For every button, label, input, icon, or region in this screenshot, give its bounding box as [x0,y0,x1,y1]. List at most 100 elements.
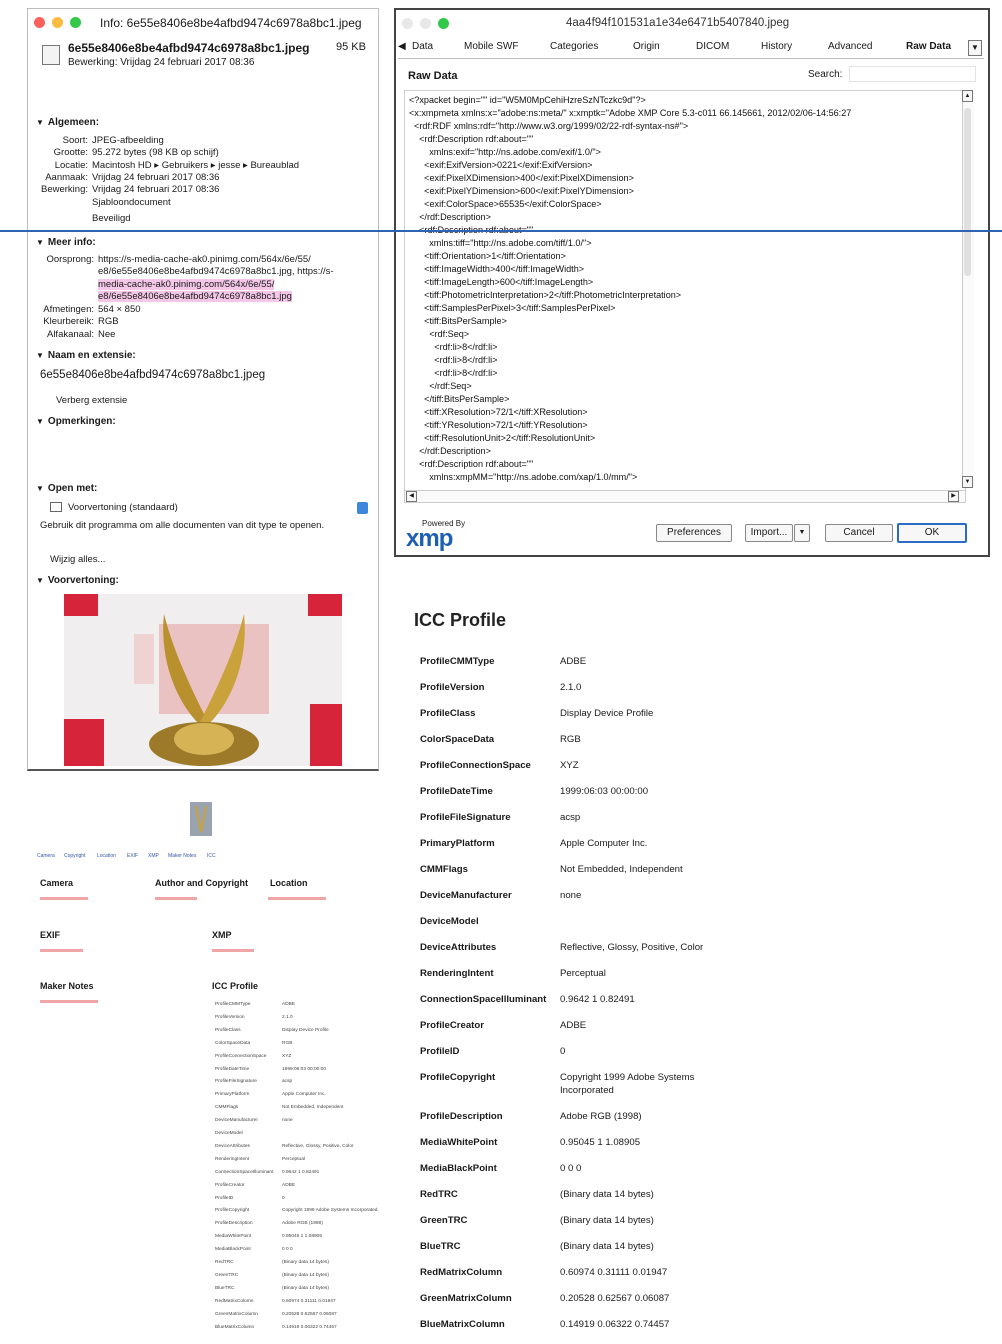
mini-nav-link[interactable]: Location [97,853,116,859]
change-all-button[interactable]: Wijzig alles... [50,554,105,565]
mini-icc-key: GreenTRC [215,1272,239,1278]
minimize-button[interactable] [52,17,63,28]
tab-advanced[interactable]: Advanced [828,41,872,52]
cancel-button[interactable]: Cancel [825,524,893,542]
row-value: Vrijdag 24 februari 2017 08:36 [92,171,220,183]
tab-origin[interactable]: Origin [633,41,660,52]
close-button[interactable] [34,17,45,28]
icc-value: 0.20528 0.62567 0.06087 [560,1293,670,1304]
general-section-toggle[interactable]: ▼ Algemeen: [36,117,99,128]
hide-extension-label: Verberg extensie [56,395,128,406]
preview-section-toggle[interactable]: ▼ Voorvertoning: [36,575,119,586]
mini-nav-link[interactable]: Copyright [64,853,85,859]
import-button[interactable]: Import... [745,524,793,542]
tab-menu-dropdown-icon[interactable]: ▼ [968,40,982,56]
search-input[interactable] [849,66,976,82]
mini-icc-value: Copyright 1999 Adobe Systems Incorporate… [282,1208,378,1214]
name-field[interactable]: 6e55e8406e8be4afbd9474c6978a8bc1.jpeg [40,369,265,381]
hide-extension-checkbox[interactable]: Verberg extensie [56,395,127,406]
preview-artwork [64,594,342,766]
tab-categories[interactable]: Categories [550,41,598,52]
icc-key: PrimaryPlatform [420,838,495,849]
row-key: Locatie: [54,159,88,171]
icc-key: DeviceAttributes [420,942,497,953]
disclosure-triangle-icon: ▼ [36,238,44,247]
template-checkbox[interactable]: Sjabloondocument [92,197,171,209]
mini-icc-key: GreenMatrixColumn [215,1311,258,1317]
tab-raw-data[interactable]: Raw Data [906,41,951,52]
tab-data[interactable]: Data [412,41,433,52]
comments-section-toggle[interactable]: ▼ Opmerkingen: [36,416,116,427]
open-with-section-toggle[interactable]: ▼ Open met: [36,483,97,494]
zoom-button[interactable] [438,18,449,29]
mini-icc-key: ProfileCMMType [215,1002,251,1007]
preferences-button[interactable]: Preferences [656,524,732,542]
import-dropdown-icon[interactable]: ▼ [794,524,810,542]
row-value: Nee [98,328,116,340]
icc-key: ConnectionSpaceIlluminant [420,994,547,1005]
raw-xml-textarea[interactable]: <?xpacket begin="" id="W5M0MpCehiHzreSzN… [404,90,966,492]
more-info-section-toggle[interactable]: ▼ Meer info: [36,237,96,248]
preview-app-icon [50,502,62,513]
tab-mobile-swf[interactable]: Mobile SWF [464,41,518,52]
scroll-right-arrow-icon[interactable]: ▶ [948,491,959,502]
more-info-rows: Afmetingen: 564 × 850 Kleurbereik: RGB Alf… [28,304,140,341]
mini-nav-link[interactable]: Camera [37,853,55,859]
xml-line: <x:xmpmeta xmlns:x="adobe:ns:meta/" x:xm… [409,108,852,118]
mini-nav-link[interactable]: XMP [148,853,159,859]
icc-key: ProfileCopyright [420,1072,496,1083]
scroll-down-arrow-icon[interactable]: ▼ [962,476,973,488]
mini-location-link[interactable] [268,897,326,900]
icc-key: RedTRC [420,1189,458,1200]
icc-key: BlueMatrixColumn [420,1319,505,1330]
vertical-scroll-thumb[interactable] [964,108,971,276]
mini-icc-key: ColorSpaceData [215,1040,251,1046]
mini-nav-link[interactable]: EXIF [127,853,138,859]
mini-nav-link[interactable]: Maker Notes [168,853,196,859]
scroll-left-arrow-icon[interactable]: ◀ [406,491,417,502]
tab-dicom[interactable]: DICOM [696,41,729,52]
mini-icc-key: ProfileCreator [215,1182,245,1188]
icc-key: MediaBlackPoint [420,1163,497,1174]
mini-exif-link[interactable] [40,949,83,952]
mini-maker-notes-link[interactable] [40,1000,98,1003]
icc-value: Not Embedded, Independent [560,864,683,875]
mini-icc-key: ProfileCopyright [215,1208,250,1214]
open-with-select[interactable]: Voorvertoning (standaard) [50,502,368,514]
icc-key: ProfileDescription [420,1111,503,1122]
general-row: Aanmaak: Vrijdag 24 februari 2017 08:36 [28,172,299,184]
icc-value: Display Device Profile [560,708,654,719]
zoom-button[interactable] [70,17,81,28]
minimize-button[interactable] [420,18,431,29]
locked-checkbox[interactable]: Beveiligd [92,213,131,225]
scroll-up-arrow-icon[interactable]: ▲ [962,90,973,102]
xml-line: </rdf:Description> [409,446,491,456]
tab-scroll-left-icon[interactable]: ◀ [398,41,406,52]
row-key: Alfakanaal: [46,328,94,340]
ok-button[interactable]: OK [897,523,967,543]
tab-bar: ◀ Data Mobile SWF Categories Origin DICO… [398,38,984,59]
mini-camera-link[interactable] [40,897,88,900]
close-button[interactable] [402,18,413,29]
comments-field[interactable] [40,431,360,479]
horizontal-scrollbar[interactable] [404,490,966,503]
mini-icc-key: RedTRC [215,1260,234,1265]
open-with-label: Open met: [47,483,98,494]
mini-nav-link[interactable]: ICC [207,853,216,859]
row-key: Kleurbereik: [43,316,94,328]
icc-key: RenderingIntent [420,968,494,979]
origin-key: Oorsprong: [46,254,94,265]
name-ext-section-toggle[interactable]: ▼ Naam en extensie: [36,350,136,361]
dialog-title: 4aa4f94f101531a1e34e6471b5407840.jpeg [566,17,790,29]
xml-line: <tiff:ImageLength>600</tiff:ImageLength> [409,277,594,287]
info-window: Info: 6e55e8406e8be4afbd9474c6978a8bc1.j… [27,8,379,771]
icc-value: (Binary data 14 bytes) [560,1215,654,1226]
tab-history[interactable]: History [761,41,792,52]
mini-author-link[interactable] [155,897,197,900]
icc-key: CMMFlags [420,864,468,875]
icc-value: (Binary data 14 bytes) [560,1241,654,1252]
xml-line: <tiff:Orientation>1</tiff:Orientation> [409,251,566,261]
mini-icc-key: DeviceModel [215,1131,243,1136]
mini-xmp-link[interactable] [212,949,254,952]
file-size: 95 KB [336,41,366,53]
